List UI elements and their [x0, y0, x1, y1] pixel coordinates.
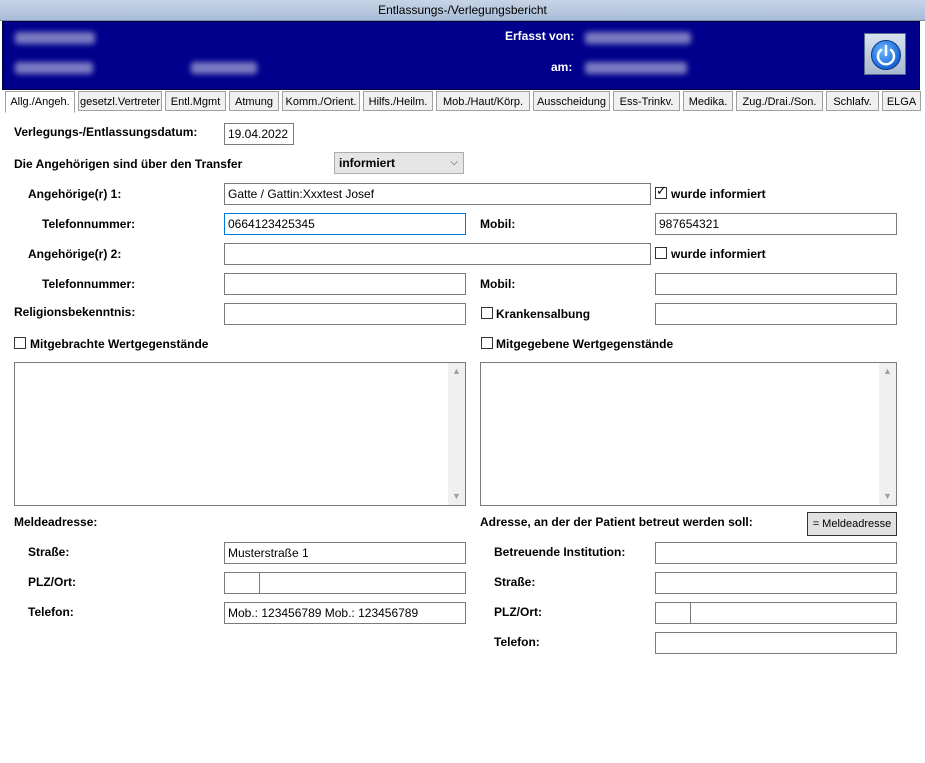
am-label: am:	[551, 60, 573, 74]
care-phone-label: Telefon:	[494, 635, 540, 649]
phone-label: Telefon:	[28, 605, 74, 619]
relative2-label: Angehörige(r) 2:	[28, 247, 122, 261]
scroll-up-icon[interactable]: ▲	[879, 363, 896, 380]
tab-allg-angeh[interactable]: Allg./Angeh.	[5, 91, 75, 113]
patient-dob-redacted	[15, 62, 93, 74]
scroll-down-icon[interactable]: ▼	[879, 488, 896, 505]
relative2-informed-checkbox[interactable]	[655, 247, 667, 259]
tab-elga[interactable]: ELGA	[882, 91, 921, 111]
care-zip-city-input[interactable]	[655, 602, 897, 624]
logout-button[interactable]	[864, 33, 906, 75]
zip-city-input[interactable]	[224, 572, 466, 594]
tab-medika[interactable]: Medika.	[683, 91, 733, 111]
tab-zug-drai-son[interactable]: Zug./Drai./Son.	[736, 91, 823, 111]
religion-input[interactable]	[224, 303, 466, 325]
anointing-input[interactable]	[655, 303, 897, 325]
window-title: Entlassungs-/Verlegungsbericht	[0, 0, 925, 21]
checkmark-icon: ✓	[656, 183, 667, 198]
scrollbar[interactable]: ▲ ▼	[448, 363, 465, 505]
valuables-brought-checkbox[interactable]	[14, 337, 26, 349]
tab-mob-haut-koerp[interactable]: Mob./Haut/Körp.	[436, 91, 530, 111]
patient-id-redacted	[191, 62, 257, 74]
care-address-label: Adresse, an der der Patient betreut werd…	[480, 515, 753, 529]
institution-label: Betreuende Institution:	[494, 545, 626, 559]
timestamp-redacted	[585, 62, 687, 74]
phone1-label: Telefonnummer:	[42, 217, 136, 231]
date-input[interactable]: 19.04.2022	[224, 123, 294, 145]
care-street-label: Straße:	[494, 575, 536, 589]
phone2-input[interactable]	[224, 273, 466, 295]
erfasst-label: Erfasst von:	[505, 29, 575, 43]
phone-input[interactable]: Mob.: 123456789 Mob.: 123456789	[224, 602, 466, 624]
street-input[interactable]: Musterstraße 1	[224, 542, 466, 564]
tab-schlafv[interactable]: Schlafv.	[826, 91, 879, 111]
religion-label: Religionsbekenntnis:	[14, 305, 136, 319]
tab-entl-mgmt[interactable]: Entl.Mgmt	[165, 91, 226, 111]
valuables-brought-textarea[interactable]: ▲ ▼	[14, 362, 466, 506]
care-zip-label: PLZ/Ort:	[494, 605, 542, 619]
tab-bar: Allg./Angeh. gesetzl.Vertreter Entl.Mgmt…	[2, 91, 923, 113]
transfer-select-value: informiert	[339, 156, 396, 170]
valuables-brought-label: Mitgebrachte Wertgegenstände	[30, 337, 209, 351]
mobile2-label: Mobil:	[480, 277, 516, 291]
valuables-given-checkbox[interactable]	[481, 337, 493, 349]
institution-input[interactable]	[655, 542, 897, 564]
street-label: Straße:	[28, 545, 70, 559]
relative2-input[interactable]	[224, 243, 651, 265]
zip-city-divider	[690, 603, 691, 623]
tab-ess-trinkv[interactable]: Ess-Trinkv.	[613, 91, 680, 111]
patient-header: Erfasst von: am:	[2, 21, 920, 90]
care-street-input[interactable]	[655, 572, 897, 594]
care-phone-input[interactable]	[655, 632, 897, 654]
phone2-label: Telefonnummer:	[42, 277, 136, 291]
scroll-up-icon[interactable]: ▲	[448, 363, 465, 380]
phone1-input[interactable]: 0664123425345	[224, 213, 466, 235]
copy-reg-address-button[interactable]: = Meldeadresse	[807, 512, 897, 536]
reg-address-label: Meldeadresse:	[14, 515, 98, 529]
relative1-label: Angehörige(r) 1:	[28, 187, 122, 201]
patient-name-redacted	[15, 32, 95, 44]
power-icon	[871, 40, 901, 70]
relative2-informed-label: wurde informiert	[671, 247, 766, 261]
relative1-input[interactable]: Gatte / Gattin:Xxxtest Josef	[224, 183, 651, 205]
date-label: Verlegungs-/Entlassungsdatum:	[14, 125, 198, 139]
tab-atmung[interactable]: Atmung	[229, 91, 279, 111]
chevron-down-icon: ⌵	[450, 157, 458, 168]
scroll-down-icon[interactable]: ▼	[448, 488, 465, 505]
mobile2-input[interactable]	[655, 273, 897, 295]
mobile1-input[interactable]: 987654321	[655, 213, 897, 235]
tab-hilfs-heilm[interactable]: Hilfs./Heilm.	[363, 91, 433, 111]
zip-city-divider	[259, 573, 260, 593]
tab-gesetzl-vertreter[interactable]: gesetzl.Vertreter	[78, 91, 162, 111]
anointing-checkbox[interactable]	[481, 307, 493, 319]
zip-label: PLZ/Ort:	[28, 575, 76, 589]
anointing-label: Krankensalbung	[496, 307, 591, 321]
relative1-informed-checkbox[interactable]: ✓	[655, 183, 667, 199]
tab-komm-orient[interactable]: Komm./Orient.	[282, 91, 360, 111]
valuables-given-textarea[interactable]: ▲ ▼	[480, 362, 897, 506]
valuables-given-label: Mitgegebene Wertgegenstände	[496, 337, 674, 351]
mobile1-label: Mobil:	[480, 217, 516, 231]
user-redacted	[585, 32, 691, 44]
transfer-select[interactable]: informiert ⌵	[334, 152, 464, 174]
tab-ausscheidung[interactable]: Ausscheidung	[533, 91, 610, 111]
scrollbar[interactable]: ▲ ▼	[879, 363, 896, 505]
relative1-informed-label: wurde informiert	[671, 187, 766, 201]
transfer-label: Die Angehörigen sind über den Transfer	[14, 157, 243, 171]
